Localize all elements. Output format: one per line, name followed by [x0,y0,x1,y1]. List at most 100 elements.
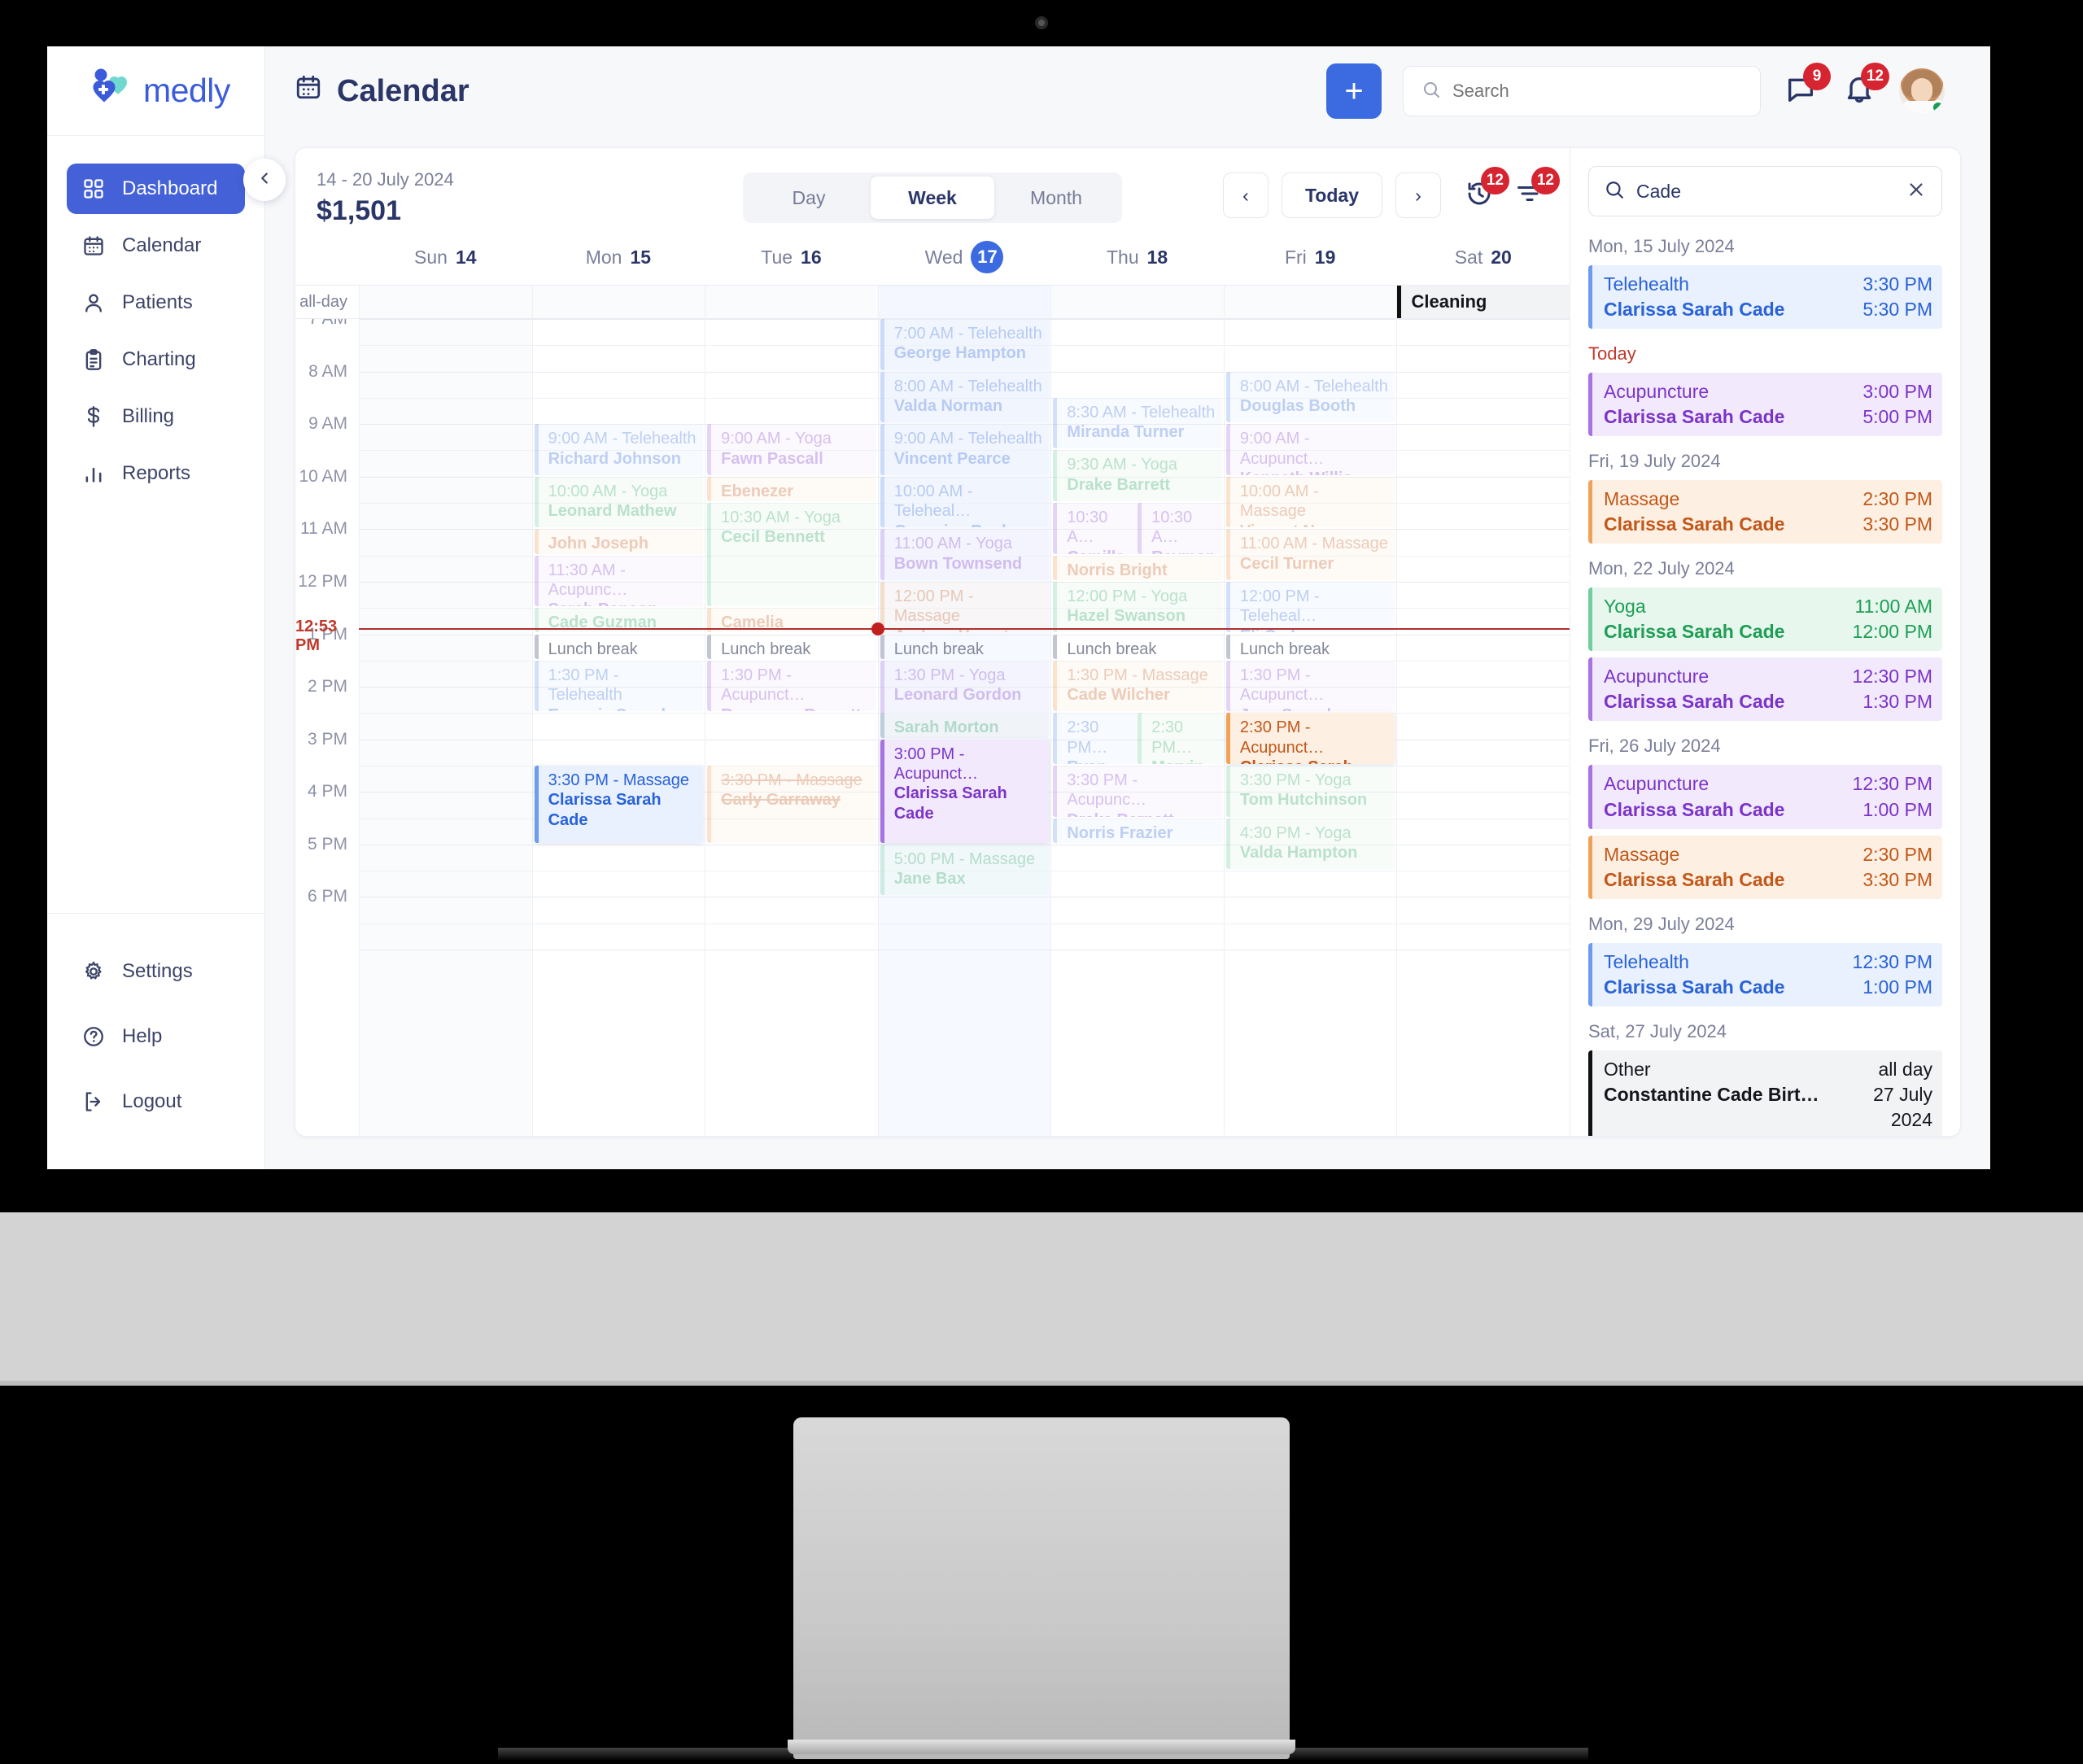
search-result-item[interactable]: Other Constantine Cade Birt… all day 27 Jul… [1588,1050,1942,1136]
search-result-item[interactable]: Telehealth Clarissa Sarah Cade 12:30 PM 1:0… [1588,942,1942,1006]
calendar-event[interactable]: 5:00 PM - Massage Jane Bax [880,844,1050,896]
tab-month[interactable]: Month [994,177,1118,219]
all-day-cell[interactable] [877,286,1051,318]
calendar-event[interactable]: 10:30 AM - Yoga Cecil Bennett [707,503,876,607]
panel-search-input[interactable] [1636,180,1894,203]
calendar-event[interactable]: 8:30 AM - Telehealth Miranda Turner [1053,397,1222,449]
day-header-mon[interactable]: Mon 15 [532,236,705,285]
brand-logo[interactable]: medly [47,46,264,136]
calendar-event-lunch-break[interactable]: Lunch break [534,634,704,659]
avatar[interactable] [1899,68,1945,114]
calendar-event[interactable]: Norris Bright [1053,555,1222,580]
calendar-event[interactable]: 8:00 AM - Telehealth Valda Norman [880,371,1050,423]
sidebar-item-charting[interactable]: Charting [67,334,245,385]
day-column-tue[interactable]: 9:00 AM - YogaFawn Pascall Ebenezer Annab… [705,319,878,1136]
day-header-tue[interactable]: Tue 16 [705,236,878,285]
calendar-event[interactable]: 9:30 AM - Yoga Drake Barrett [1053,450,1222,502]
prev-week-button[interactable]: ‹ [1222,172,1269,218]
all-day-cell[interactable] [531,286,705,318]
calendar-event[interactable]: John Joseph Const… [534,529,704,554]
filter-button[interactable]: 12 [1511,167,1560,214]
calendar-event[interactable]: 8:00 AM - Telehealth Douglas Booth [1225,371,1395,423]
notifications-button[interactable]: 12 [1841,63,1889,110]
day-column-sun[interactable] [359,319,532,1136]
day-header-sat[interactable]: Sat 20 [1396,236,1570,285]
calendar-event[interactable]: 2:30 PM - Acupunct…Clarissa Sarah Cade [1225,713,1395,764]
calendar-event[interactable]: 1:30 PM - Acupunct…Jane Saunders [1225,660,1395,712]
all-day-cell[interactable] [359,286,532,318]
panel-search-box[interactable] [1588,166,1942,216]
all-day-event[interactable]: Cleaning [1397,286,1570,318]
search-result-item[interactable]: Acupuncture Clarissa Sarah Cade 12:30 PM 1:… [1588,657,1942,722]
add-button[interactable]: + [1326,63,1382,119]
calendar-event[interactable]: 12:00 PM - Teleheal…Eli Cade [1225,581,1395,633]
all-day-cell[interactable]: Cleaning [1396,286,1570,318]
sidebar-item-calendar[interactable]: Calendar [67,220,245,271]
day-header-wed[interactable]: Wed 17 [878,236,1051,285]
calendar-event[interactable]: 2:30 PM…Marvin… [1138,713,1222,764]
calendar-event[interactable]: 1:30 PM - Acupunct…Rosemary Barnett [707,660,876,712]
calendar-event-lunch-break[interactable]: Lunch break [707,634,876,659]
calendar-event[interactable]: 3:30 PM - Acupunc…Drake Barnett [1053,765,1222,817]
all-day-cell[interactable] [705,286,878,318]
sidebar-item-patients[interactable]: Patients [67,277,245,328]
clear-icon[interactable] [1906,179,1927,204]
calendar-event[interactable]: 2:30 PM…Ryan Sh… [1053,713,1138,764]
day-header-thu[interactable]: Thu 18 [1050,236,1224,285]
calendar-event[interactable]: 10:00 AM - MassageVincent Norman [1225,476,1395,528]
calendar-event[interactable]: Norris Frazier [1053,818,1222,843]
sidebar-item-logout[interactable]: Logout [67,1076,245,1127]
day-header-fri[interactable]: Fri 19 [1224,236,1397,285]
day-column-sat[interactable] [1396,319,1570,1136]
all-day-cell[interactable] [1050,286,1224,318]
search-input[interactable] [1452,81,1742,102]
calendar-event[interactable]: 1:30 PM - Massage Cade Wilcher [1053,660,1222,712]
day-column-wed[interactable]: 7:00 AM - Telehealth George Hampton 8:00 A… [877,319,1051,1136]
calendar-event-lunch-break[interactable]: Lunch break [880,634,1050,659]
calendar-event[interactable]: 3:30 PM - Yoga Tom Hutchinson [1225,765,1395,817]
calendar-event[interactable]: Ebenezer Annabelle [707,476,876,502]
search-result-item[interactable]: Telehealth Clarissa Sarah Cade 3:30 PM 5:30… [1588,265,1942,330]
calendar-event[interactable]: 11:00 AM - Massage Cecil Turner [1225,529,1395,580]
calendar-event[interactable]: 9:00 AM - Yoga Fawn Pascall [707,424,876,475]
messages-button[interactable]: 9 [1782,63,1831,110]
calendar-event[interactable]: 3:00 PM - Acupunct… Clarissa Sarah Cade [880,739,1050,843]
tab-day[interactable]: Day [747,177,871,219]
today-button[interactable]: Today [1281,172,1382,218]
history-button[interactable]: 12 [1461,167,1509,214]
calendar-event[interactable]: 7:00 AM - Telehealth George Hampton [880,319,1050,370]
calendar-event[interactable]: Sarah Morton [880,713,1050,738]
search-result-item[interactable]: Acupuncture Clarissa Sarah Cade 3:00 PM 5:0… [1588,373,1942,437]
calendar-event[interactable]: 10:30 A…Raymon… [1138,503,1222,554]
day-column-mon[interactable]: 9:00 AM - Telehealth Richard Johnson 10:00… [531,319,705,1136]
calendar-event[interactable]: 1:30 PM - TelehealthEugenia Saunders [534,660,704,712]
sidebar-item-dashboard[interactable]: Dashboard [67,164,245,214]
global-search[interactable] [1403,66,1761,116]
calendar-event[interactable]: 10:30 A…Camilla… [1053,503,1138,554]
day-header-sun[interactable]: Sun 14 [359,236,532,285]
calendar-event[interactable]: 3:30 PM - Massage Clarissa Sarah Cade [534,765,704,843]
all-day-cell[interactable] [1223,286,1397,318]
tab-week[interactable]: Week [871,177,994,219]
calendar-event-lunch-break[interactable]: Lunch break [1225,634,1395,659]
calendar-event[interactable]: 9:00 AM - Telehealth Vincent Pearce [880,424,1050,475]
calendar-event[interactable]: 11:00 AM - Yoga Bown Townsend [880,529,1050,580]
calendar-event[interactable]: 9:00 AM - Telehealth Richard Johnson [534,424,704,475]
calendar-event[interactable]: 3:30 PM - Massage Carly Garraway [707,765,876,843]
search-result-item[interactable]: Yoga Clarissa Sarah Cade 11:00 AM 12:00 PM [1588,587,1942,652]
calendar-event[interactable]: 12:00 PM - MassageAndrew Hampton [880,581,1050,633]
calendar-event[interactable]: 12:00 PM - Yoga Hazel Swanson [1053,581,1222,633]
calendar-event[interactable]: 11:30 AM - Acupunc…Sarah Benson [534,555,704,607]
day-column-thu[interactable]: 8:30 AM - Telehealth Miranda Turner 9:30 A… [1050,319,1224,1136]
sidebar-item-reports[interactable]: Reports [67,448,245,499]
calendar-event-lunch-break[interactable]: Lunch break [1053,634,1222,659]
calendar-event[interactable]: 10:00 AM - Teleheal…Genevive Banks [880,476,1050,528]
sidebar-item-settings[interactable]: Settings [67,946,245,997]
search-result-item[interactable]: Acupuncture Clarissa Sarah Cade 12:30 PM 1:… [1588,765,1942,829]
sidebar-item-billing[interactable]: Billing [67,391,245,442]
sidebar-item-help[interactable]: Help [67,1011,245,1062]
next-week-button[interactable]: › [1395,172,1441,218]
search-result-item[interactable]: Massage Clarissa Sarah Cade 2:30 PM 3:30 PM [1588,835,1942,899]
day-column-fri[interactable]: 8:00 AM - Telehealth Douglas Booth 9:00 AM… [1223,319,1397,1136]
calendar-event[interactable]: 10:00 AM - Yoga Leonard Mathew [534,476,704,528]
